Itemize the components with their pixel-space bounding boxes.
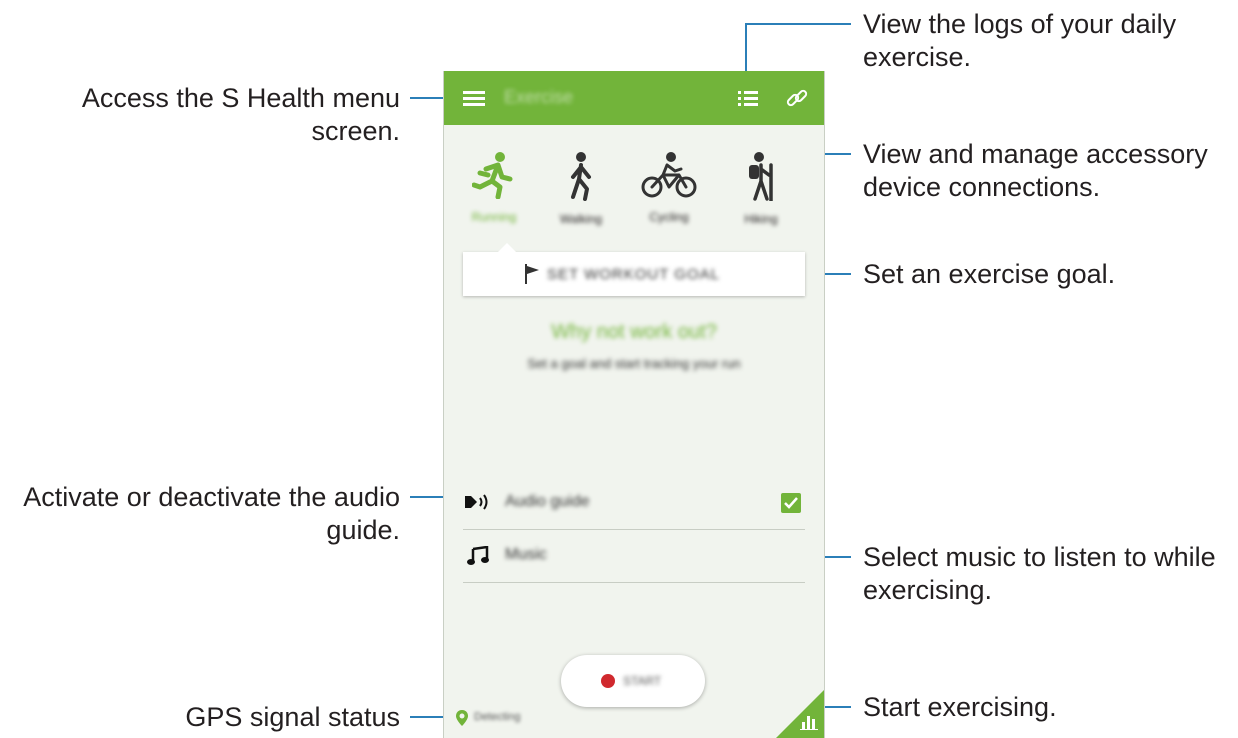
audio-guide-row[interactable]: Audio guide [463,477,805,530]
checkmark-icon [784,497,798,509]
callout-music: Select music to listen to while exercisi… [863,542,1216,605]
cycling-icon [641,152,697,198]
running-icon [471,152,513,200]
app-bar: Exercise [444,71,824,125]
callout-accessory: View and manage accessory device connect… [863,139,1208,202]
prompt-subtitle: Set a goal and start tracking your run [527,356,741,371]
link-icon[interactable] [784,85,810,111]
activity-walking[interactable]: Walking [546,151,616,226]
activity-label: Running [471,210,517,224]
callout-audio: Activate or deactivate the audio guide. [23,482,400,545]
location-pin-icon [456,710,468,726]
menu-icon[interactable] [460,87,488,109]
hiking-icon [749,152,773,203]
set-goal-button[interactable]: SET WORKOUT GOAL [463,243,805,296]
record-dot-icon [601,674,615,688]
gps-status-text: Detecting [474,711,521,723]
music-note-icon [467,546,489,565]
walking-icon [571,152,591,201]
flag-icon [525,264,539,284]
start-button-label: START [623,674,662,688]
app-title: Exercise [504,87,574,107]
activity-cycling[interactable]: Cycling [634,151,704,224]
bar-chart-icon[interactable] [800,714,818,730]
card-pointer [498,243,516,252]
callout-gps: GPS signal status [185,702,400,732]
list-icon[interactable] [736,87,760,109]
callout-menu: Access the S Health menu screen. [81,83,400,146]
start-button[interactable]: START [561,655,705,707]
callout-start: Start exercising. [863,692,1057,722]
activity-label: Hiking [744,212,778,226]
callout-goal: Set an exercise goal. [863,259,1116,289]
goal-button-label: SET WORKOUT GOAL [547,266,720,283]
speaker-icon [465,494,488,510]
phone-screen: Exercise Running Walking Cycling Hiking … [443,71,825,738]
audio-guide-label: Audio guide [505,493,590,510]
activity-hiking[interactable]: Hiking [726,151,796,226]
prompt-title: Why not work out? [551,321,717,343]
music-row[interactable]: Music [463,530,805,583]
activity-label: Walking [559,212,603,226]
music-label: Music [505,546,547,563]
activity-running[interactable]: Running [459,151,529,224]
audio-guide-checkbox[interactable] [781,493,801,513]
callout-logs: View the logs of your daily exercise. [863,9,1177,72]
activity-label: Cycling [649,210,689,224]
leader-logs-h [745,23,851,25]
